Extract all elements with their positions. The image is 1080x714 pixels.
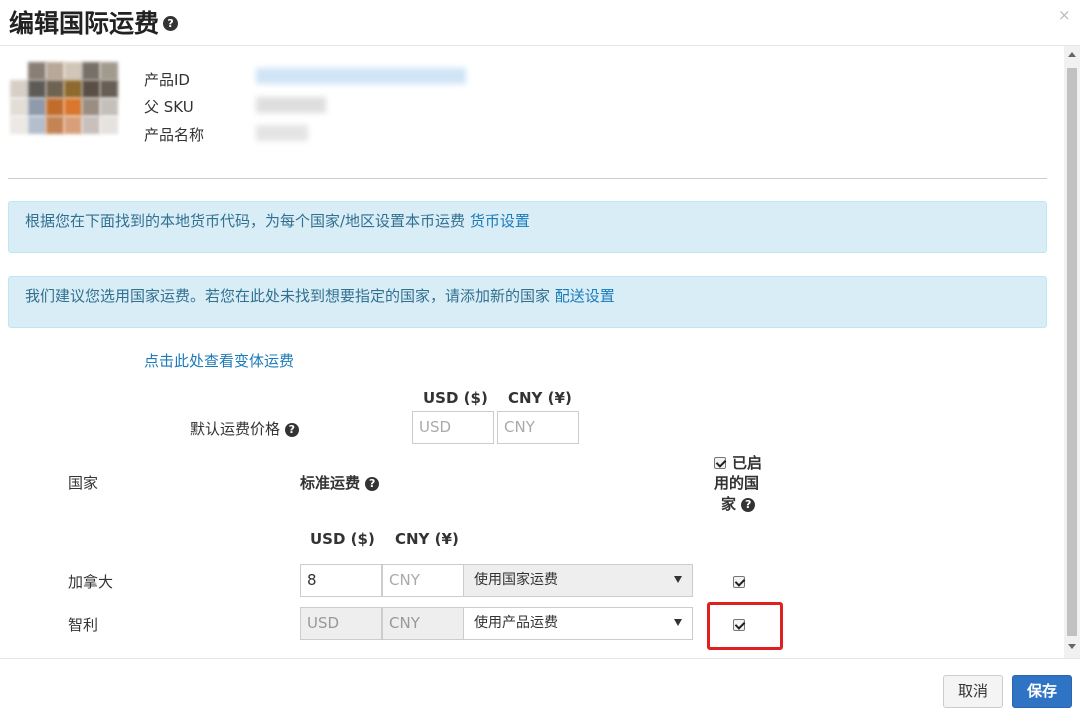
product-name-value-redacted — [256, 125, 308, 141]
currency-settings-link[interactable]: 货币设置 — [470, 212, 530, 230]
help-icon[interactable]: ? — [163, 15, 179, 31]
chevron-down-icon — [674, 576, 682, 583]
dialog-header: 编辑国际运费? × — [0, 0, 1080, 46]
enabled-header-line3: 家 — [721, 495, 737, 513]
scrollbar[interactable] — [1064, 46, 1080, 658]
highlight-annotation-box — [707, 602, 783, 650]
default-cny-input[interactable]: CNY — [497, 411, 579, 444]
parent-sku-value-redacted — [256, 97, 326, 113]
cancel-button[interactable]: 取消 — [943, 675, 1003, 708]
product-id-label: 产品ID — [144, 71, 190, 89]
product-thumbnail — [10, 62, 118, 134]
shipping-settings-link[interactable]: 配送设置 — [555, 287, 615, 305]
shipping-method-value: 使用产品运费 — [474, 615, 558, 631]
default-usd-header: USD ($) — [423, 389, 488, 407]
help-icon[interactable]: ? — [365, 476, 380, 491]
cny-rate-input[interactable]: CNY — [382, 564, 464, 597]
country-enabled-checkbox[interactable] — [733, 576, 745, 588]
dialog-title: 编辑国际运费? — [9, 4, 179, 40]
country-info-text: 我们建议您选用国家运费。若您在此处未找到想要指定的国家，请添加新的国家 — [25, 287, 551, 305]
product-name-label: 产品名称 — [144, 126, 205, 144]
scrollbar-thumb[interactable] — [1067, 68, 1077, 636]
shipping-method-value: 使用国家运费 — [474, 572, 558, 588]
usd-rate-input[interactable]: USD — [300, 607, 382, 640]
view-variant-shipping-link[interactable]: 点击此处查看变体运费 — [144, 350, 294, 371]
default-usd-input[interactable]: USD — [412, 411, 494, 444]
enabled-header-line2: 用的国 — [714, 474, 760, 492]
country-name: 加拿大 — [68, 573, 114, 591]
default-price-label: 默认运费价格 ? — [190, 418, 299, 439]
standard-shipping-header-text: 标准运费 — [300, 474, 361, 492]
help-icon[interactable]: ? — [741, 497, 756, 512]
standard-shipping-header: 标准运费 ? — [300, 472, 380, 493]
currency-info-alert: 根据您在下面找到的本地货币代码，为每个国家/地区设置本币运费 货币设置 — [8, 201, 1047, 253]
currency-info-text: 根据您在下面找到的本地货币代码，为每个国家/地区设置本币运费 — [25, 212, 466, 230]
shipping-method-select[interactable]: 使用产品运费 — [463, 607, 693, 640]
enabled-header-line3-wrap: 家 ? — [721, 493, 756, 514]
close-icon[interactable]: × — [1058, 6, 1071, 24]
section-divider — [8, 178, 1047, 179]
parent-sku-label: 父 SKU — [144, 98, 194, 116]
chevron-down-icon — [674, 619, 682, 626]
scroll-down-arrow-icon[interactable] — [1068, 644, 1076, 649]
product-id-value-redacted — [256, 68, 466, 84]
usd-rate-input[interactable]: 8 — [300, 564, 382, 597]
dialog-title-text: 编辑国际运费 — [9, 9, 160, 38]
enable-all-countries-checkbox[interactable] — [714, 457, 726, 469]
enabled-header-line1: 已启 — [732, 454, 763, 472]
save-button[interactable]: 保存 — [1012, 675, 1072, 708]
cny-column-header: CNY (¥) — [395, 530, 459, 548]
country-info-alert: 我们建议您选用国家运费。若您在此处未找到想要指定的国家，请添加新的国家 配送设置 — [8, 276, 1047, 328]
cny-rate-input[interactable]: CNY — [382, 607, 464, 640]
default-cny-header: CNY (¥) — [508, 389, 572, 407]
help-icon[interactable]: ? — [284, 422, 299, 437]
shipping-method-select[interactable]: 使用国家运费 — [463, 564, 693, 597]
default-price-label-text: 默认运费价格 — [190, 420, 281, 438]
scroll-up-arrow-icon[interactable] — [1068, 52, 1076, 57]
usd-column-header: USD ($) — [310, 530, 375, 548]
dialog-footer: 取消 保存 — [0, 658, 1080, 714]
country-name: 智利 — [68, 616, 99, 634]
country-column-header: 国家 — [68, 474, 99, 492]
